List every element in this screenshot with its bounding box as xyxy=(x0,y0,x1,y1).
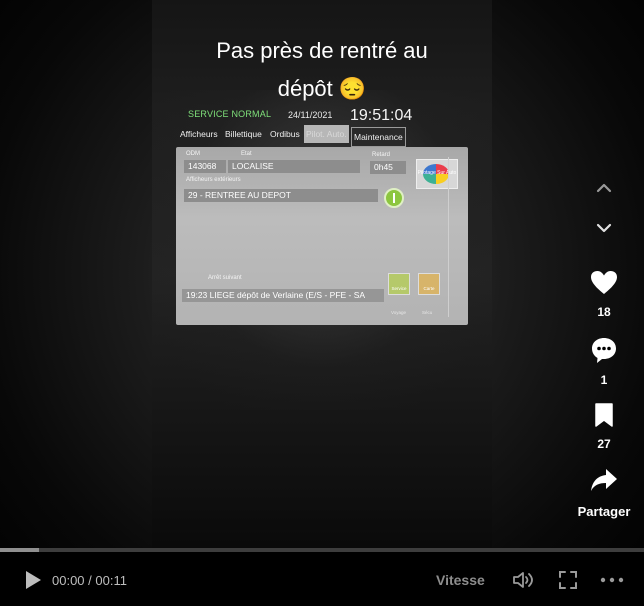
share-icon xyxy=(591,469,617,491)
retard-label: Retard xyxy=(372,152,391,158)
retard-field: 0h45 xyxy=(370,161,406,174)
speed-button[interactable]: Vitesse xyxy=(436,572,485,588)
bookmark-button[interactable]: 27 xyxy=(580,402,628,451)
secu-label: Sécu xyxy=(422,310,433,315)
bookmark-count: 27 xyxy=(597,437,611,451)
tab-ordibus: Ordibus xyxy=(270,129,300,139)
service-date: 24/11/2021 xyxy=(288,110,333,120)
tab-maintenance: Maintenance xyxy=(351,127,406,147)
more-icon[interactable] xyxy=(600,576,624,584)
etat-field: LOCALISE xyxy=(228,160,360,173)
service-button: Service xyxy=(388,273,410,295)
device-screen: SERVICE NORMAL 24/11/2021 19:51:04 Affic… xyxy=(176,105,476,330)
heart-icon xyxy=(591,271,617,294)
tab-pilot-auto: Pilot. Auto. xyxy=(304,125,349,143)
next-video-button[interactable] xyxy=(590,214,618,242)
chevron-up-icon xyxy=(596,183,612,193)
etat-label: Etat xyxy=(241,151,252,157)
arret-field: 19:23 LIEGE dépôt de Verlaine (E/S - PFE… xyxy=(182,289,384,302)
device-panel: ODM Etat Retard 143068 LOCALISE 0h45 Pil… xyxy=(176,147,468,325)
bookmark-icon xyxy=(595,403,613,427)
comment-button[interactable]: 1 xyxy=(580,336,628,387)
comment-count: 1 xyxy=(600,373,608,387)
like-button[interactable]: 18 xyxy=(580,270,628,319)
time-display: 00:00 / 00:11 xyxy=(52,573,127,588)
carte-button-label: Carte xyxy=(423,286,435,291)
chevron-down-icon xyxy=(596,223,612,233)
carte-button: Carte xyxy=(418,273,440,295)
info-icon xyxy=(384,188,404,208)
comment-icon xyxy=(592,338,616,363)
fullscreen-icon[interactable] xyxy=(558,570,578,590)
caption-line-1: Pas près de rentré au xyxy=(216,38,428,63)
play-icon[interactable] xyxy=(22,569,44,591)
odm-field: 143068 xyxy=(184,160,226,173)
service-button-label: Service xyxy=(391,286,407,291)
player-controls: 00:00 / 00:11 Vitesse xyxy=(0,552,644,606)
pilot-button-label: Pilotage Sur Auto xyxy=(417,170,457,176)
afficheurs-field: 29 - RENTREE AU DEPOT xyxy=(184,189,378,202)
afficheurs-label: Afficheurs extérieurs xyxy=(186,177,241,183)
service-status: SERVICE NORMAL xyxy=(188,109,272,119)
service-time: 19:51:04 xyxy=(350,107,413,124)
voyage-label: Voyage xyxy=(391,310,407,315)
device-tabs: Afficheurs Billettique Ordibus Pilot. Au… xyxy=(176,125,416,147)
like-count: 18 xyxy=(597,305,611,319)
volume-icon[interactable] xyxy=(512,570,536,590)
previous-video-button[interactable] xyxy=(590,174,618,202)
pilot-auto-button: Pilotage Sur Auto xyxy=(416,159,458,189)
tab-afficheurs: Afficheurs xyxy=(180,129,218,139)
arret-label: Arrêt suivant xyxy=(208,275,242,281)
caption-line-2: dépôt 😔 xyxy=(277,76,367,101)
odm-label: ODM xyxy=(186,151,200,157)
share-label: Partager xyxy=(577,504,631,519)
tab-billettique: Billettique xyxy=(225,129,262,139)
share-button[interactable] xyxy=(580,466,628,499)
panel-divider xyxy=(448,157,449,317)
